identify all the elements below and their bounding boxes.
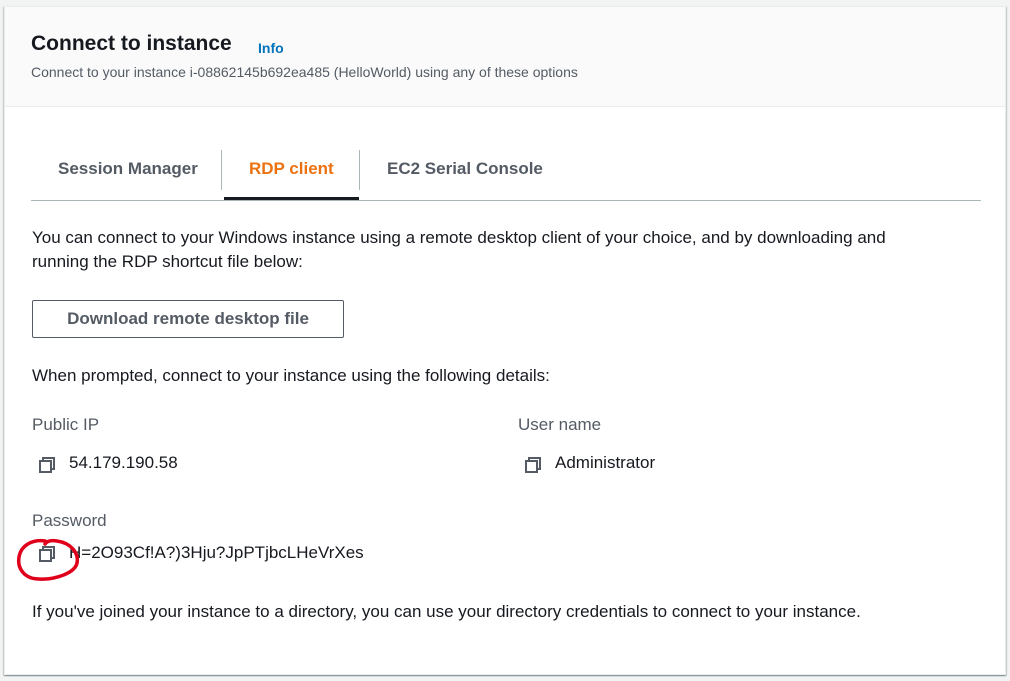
tab-ec2-serial-console[interactable]: EC2 Serial Console: [387, 145, 543, 193]
panel-header: Connect to instance Info Connect to your…: [5, 7, 1005, 107]
public-ip-value: 54.179.190.58: [69, 453, 178, 472]
tab-divider: [359, 150, 360, 190]
tab-divider: [221, 150, 222, 190]
page-title: Connect to instance: [31, 32, 232, 55]
directory-note: If you've joined your instance to a dire…: [32, 602, 861, 621]
copy-icon[interactable]: [38, 456, 56, 474]
page-subtitle: Connect to your instance i-08862145b692e…: [31, 64, 578, 80]
info-link[interactable]: Info: [258, 40, 284, 56]
active-tab-indicator: [224, 197, 359, 200]
tab-bar: Session Manager RDP client EC2 Serial Co…: [31, 137, 981, 201]
copy-icon[interactable]: [524, 456, 542, 474]
rdp-intro-line-1: You can connect to your Windows instance…: [32, 228, 886, 247]
password-value: H=2O93Cf!A?)3Hju?JpPTjbcLHeVrXes: [69, 543, 364, 562]
rdp-intro-line-2: running the RDP shortcut file below:: [32, 252, 303, 271]
download-remote-desktop-file-button[interactable]: Download remote desktop file: [32, 300, 344, 338]
copy-icon[interactable]: [38, 545, 56, 563]
user-name-label: User name: [518, 415, 602, 434]
tab-session-manager[interactable]: Session Manager: [58, 145, 198, 193]
tab-rdp-client[interactable]: RDP client: [249, 145, 334, 193]
connection-prompt-text: When prompted, connect to your instance …: [32, 366, 550, 385]
public-ip-label: Public IP: [32, 415, 100, 434]
connect-to-instance-panel: Connect to instance Info Connect to your…: [4, 6, 1006, 675]
user-name-value: Administrator: [555, 453, 656, 472]
password-label: Password: [32, 511, 107, 530]
